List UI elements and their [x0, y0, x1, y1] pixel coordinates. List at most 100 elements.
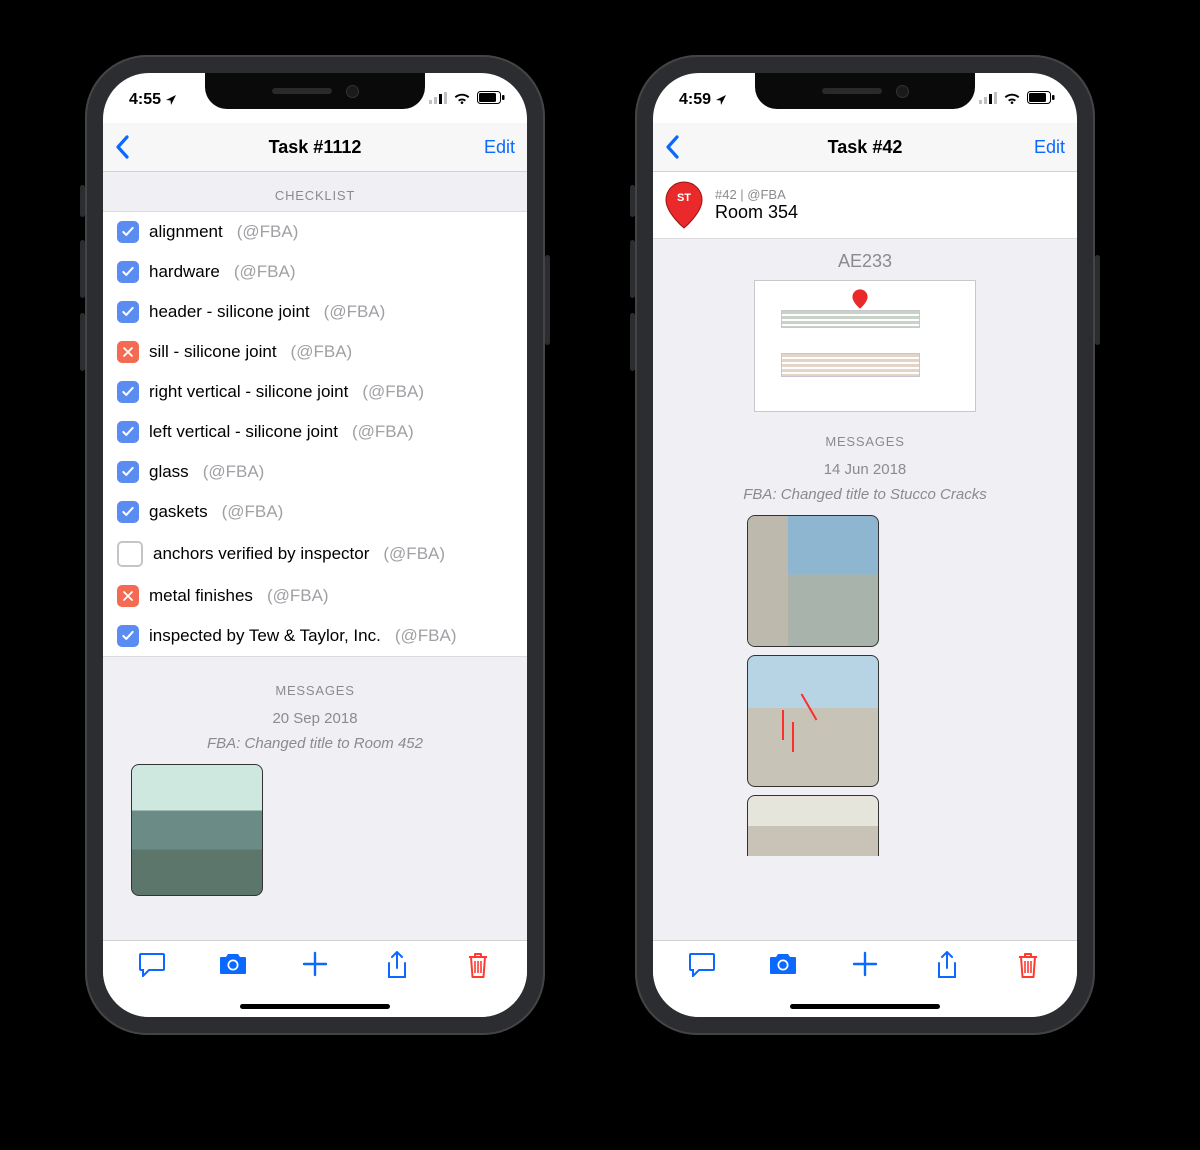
checkbox[interactable]	[117, 421, 139, 443]
edit-button[interactable]: Edit	[484, 137, 515, 158]
checklist-item[interactable]: metal finishes(@FBA)	[103, 576, 527, 616]
checklist-item[interactable]: inspected by Tew & Taylor, Inc.(@FBA)	[103, 616, 527, 656]
camera-icon	[768, 951, 798, 975]
share-button[interactable]	[925, 951, 969, 981]
home-indicator	[240, 1004, 390, 1009]
checklist-item-meta: (@FBA)	[234, 262, 296, 282]
checkbox[interactable]	[117, 541, 143, 567]
checklist-header: CHECKLIST	[103, 172, 527, 211]
share-button[interactable]	[375, 951, 419, 981]
front-camera	[346, 85, 359, 98]
checklist-item-label: glass	[149, 462, 189, 482]
checkbox[interactable]	[117, 625, 139, 647]
checkbox[interactable]	[117, 341, 139, 363]
battery-icon	[477, 91, 505, 104]
checklist-item-meta: (@FBA)	[352, 422, 414, 442]
power-button	[1095, 255, 1100, 345]
checkbox[interactable]	[117, 461, 139, 483]
delete-button[interactable]	[1006, 951, 1050, 979]
trash-icon	[466, 951, 490, 979]
checklist-item[interactable]: gaskets(@FBA)	[103, 492, 527, 532]
edit-button[interactable]: Edit	[1034, 137, 1065, 158]
status-time: 4:59	[679, 91, 727, 109]
camera-button[interactable]	[211, 951, 255, 975]
status-icons	[429, 91, 505, 104]
message-photo[interactable]	[131, 764, 263, 896]
pin-code: ST	[677, 192, 691, 204]
message-date: 14 Jun 2018	[653, 457, 1077, 482]
checkbox[interactable]	[117, 381, 139, 403]
back-button[interactable]	[115, 135, 131, 159]
comment-button[interactable]	[130, 951, 174, 977]
checkbox[interactable]	[117, 301, 139, 323]
camera-icon	[218, 951, 248, 975]
chat-bubble-icon	[138, 951, 166, 977]
location-arrow-icon	[165, 94, 177, 106]
checklist-item[interactable]: anchors verified by inspector (@FBA)	[103, 532, 527, 576]
checklist-item[interactable]: hardware (@FBA)	[103, 252, 527, 292]
nav-title: Task #42	[653, 137, 1077, 158]
stage: 4:55 Task #1112 Edit C	[0, 0, 1200, 1150]
camera-button[interactable]	[761, 951, 805, 975]
share-icon	[935, 951, 959, 981]
delete-button[interactable]	[456, 951, 500, 979]
checklist-item-meta: (@FBA)	[237, 222, 299, 242]
checklist-item-label: hardware	[149, 262, 220, 282]
power-button	[545, 255, 550, 345]
nav-bar: Task #42 Edit	[653, 123, 1077, 172]
message-photo[interactable]	[747, 515, 879, 647]
checkbox[interactable]	[117, 585, 139, 607]
content-area[interactable]: CHECKLIST alignment(@FBA)hardware(@FBA)h…	[103, 172, 527, 940]
checkbox[interactable]	[117, 501, 139, 523]
add-button[interactable]	[293, 951, 337, 977]
location-arrow-icon	[715, 94, 727, 106]
message-change: FBA: Changed title to Stucco Cracks	[653, 482, 1077, 507]
plus-icon	[302, 951, 328, 977]
speaker-grille	[272, 88, 332, 94]
checklist-item[interactable]: alignment (@FBA)	[103, 212, 527, 252]
checklist-item[interactable]: left vertical - silicone joint (@FBA)	[103, 412, 527, 452]
nav-title: Task #1112	[103, 137, 527, 158]
checklist-item[interactable]: sill - silicone joint(@FBA)	[103, 332, 527, 372]
notch	[205, 73, 425, 109]
checkbox[interactable]	[117, 221, 139, 243]
back-button[interactable]	[665, 135, 681, 159]
checklist-item-meta: (@FBA)	[324, 302, 386, 322]
wifi-icon	[1003, 92, 1021, 104]
cellular-icon	[979, 92, 997, 104]
checklist-item[interactable]: glass(@FBA)	[103, 452, 527, 492]
checklist-item-label: header - silicone joint	[149, 302, 310, 322]
messages-header: MESSAGES	[653, 418, 1077, 457]
checklist-item[interactable]: header - silicone joint (@FBA)	[103, 292, 527, 332]
checklist-item-label: alignment	[149, 222, 223, 242]
chevron-left-icon	[115, 135, 131, 159]
checklist-item-label: left vertical - silicone joint	[149, 422, 338, 442]
checklist-card: alignment(@FBA)hardware(@FBA)header - si…	[103, 211, 527, 657]
comment-button[interactable]	[680, 951, 724, 977]
content-area[interactable]: ST #42 | @FBA Room 354 AE233	[653, 172, 1077, 940]
notch	[755, 73, 975, 109]
chat-bubble-icon	[688, 951, 716, 977]
message-photo[interactable]	[747, 795, 879, 856]
pin-icon	[852, 289, 868, 309]
home-indicator	[790, 1004, 940, 1009]
task-header-text: #42 | @FBA Room 354	[715, 187, 798, 223]
add-button[interactable]	[843, 951, 887, 977]
floor-plan-section: AE233	[653, 239, 1077, 418]
checklist-item-meta: (@FBA)	[291, 342, 353, 362]
floor-plan-thumbnail[interactable]	[754, 280, 976, 412]
checkbox[interactable]	[117, 261, 139, 283]
front-camera	[896, 85, 909, 98]
trash-icon	[1016, 951, 1040, 979]
message-date: 20 Sep 2018	[103, 706, 527, 731]
checklist-item-meta: (@FBA)	[267, 586, 329, 606]
checklist-item[interactable]: right vertical - silicone joint(@FBA)	[103, 372, 527, 412]
checklist-item-label: right vertical - silicone joint	[149, 382, 348, 402]
pin-icon	[665, 182, 703, 228]
message-photo[interactable]	[747, 655, 879, 787]
checklist-item-meta: (@FBA)	[383, 544, 445, 564]
clock-label: 4:55	[129, 91, 161, 109]
location-pin[interactable]: ST	[665, 182, 703, 228]
phone-right: 4:59 Task #42 Edit	[635, 55, 1095, 1035]
checklist-item-label: anchors verified by inspector	[153, 544, 369, 564]
